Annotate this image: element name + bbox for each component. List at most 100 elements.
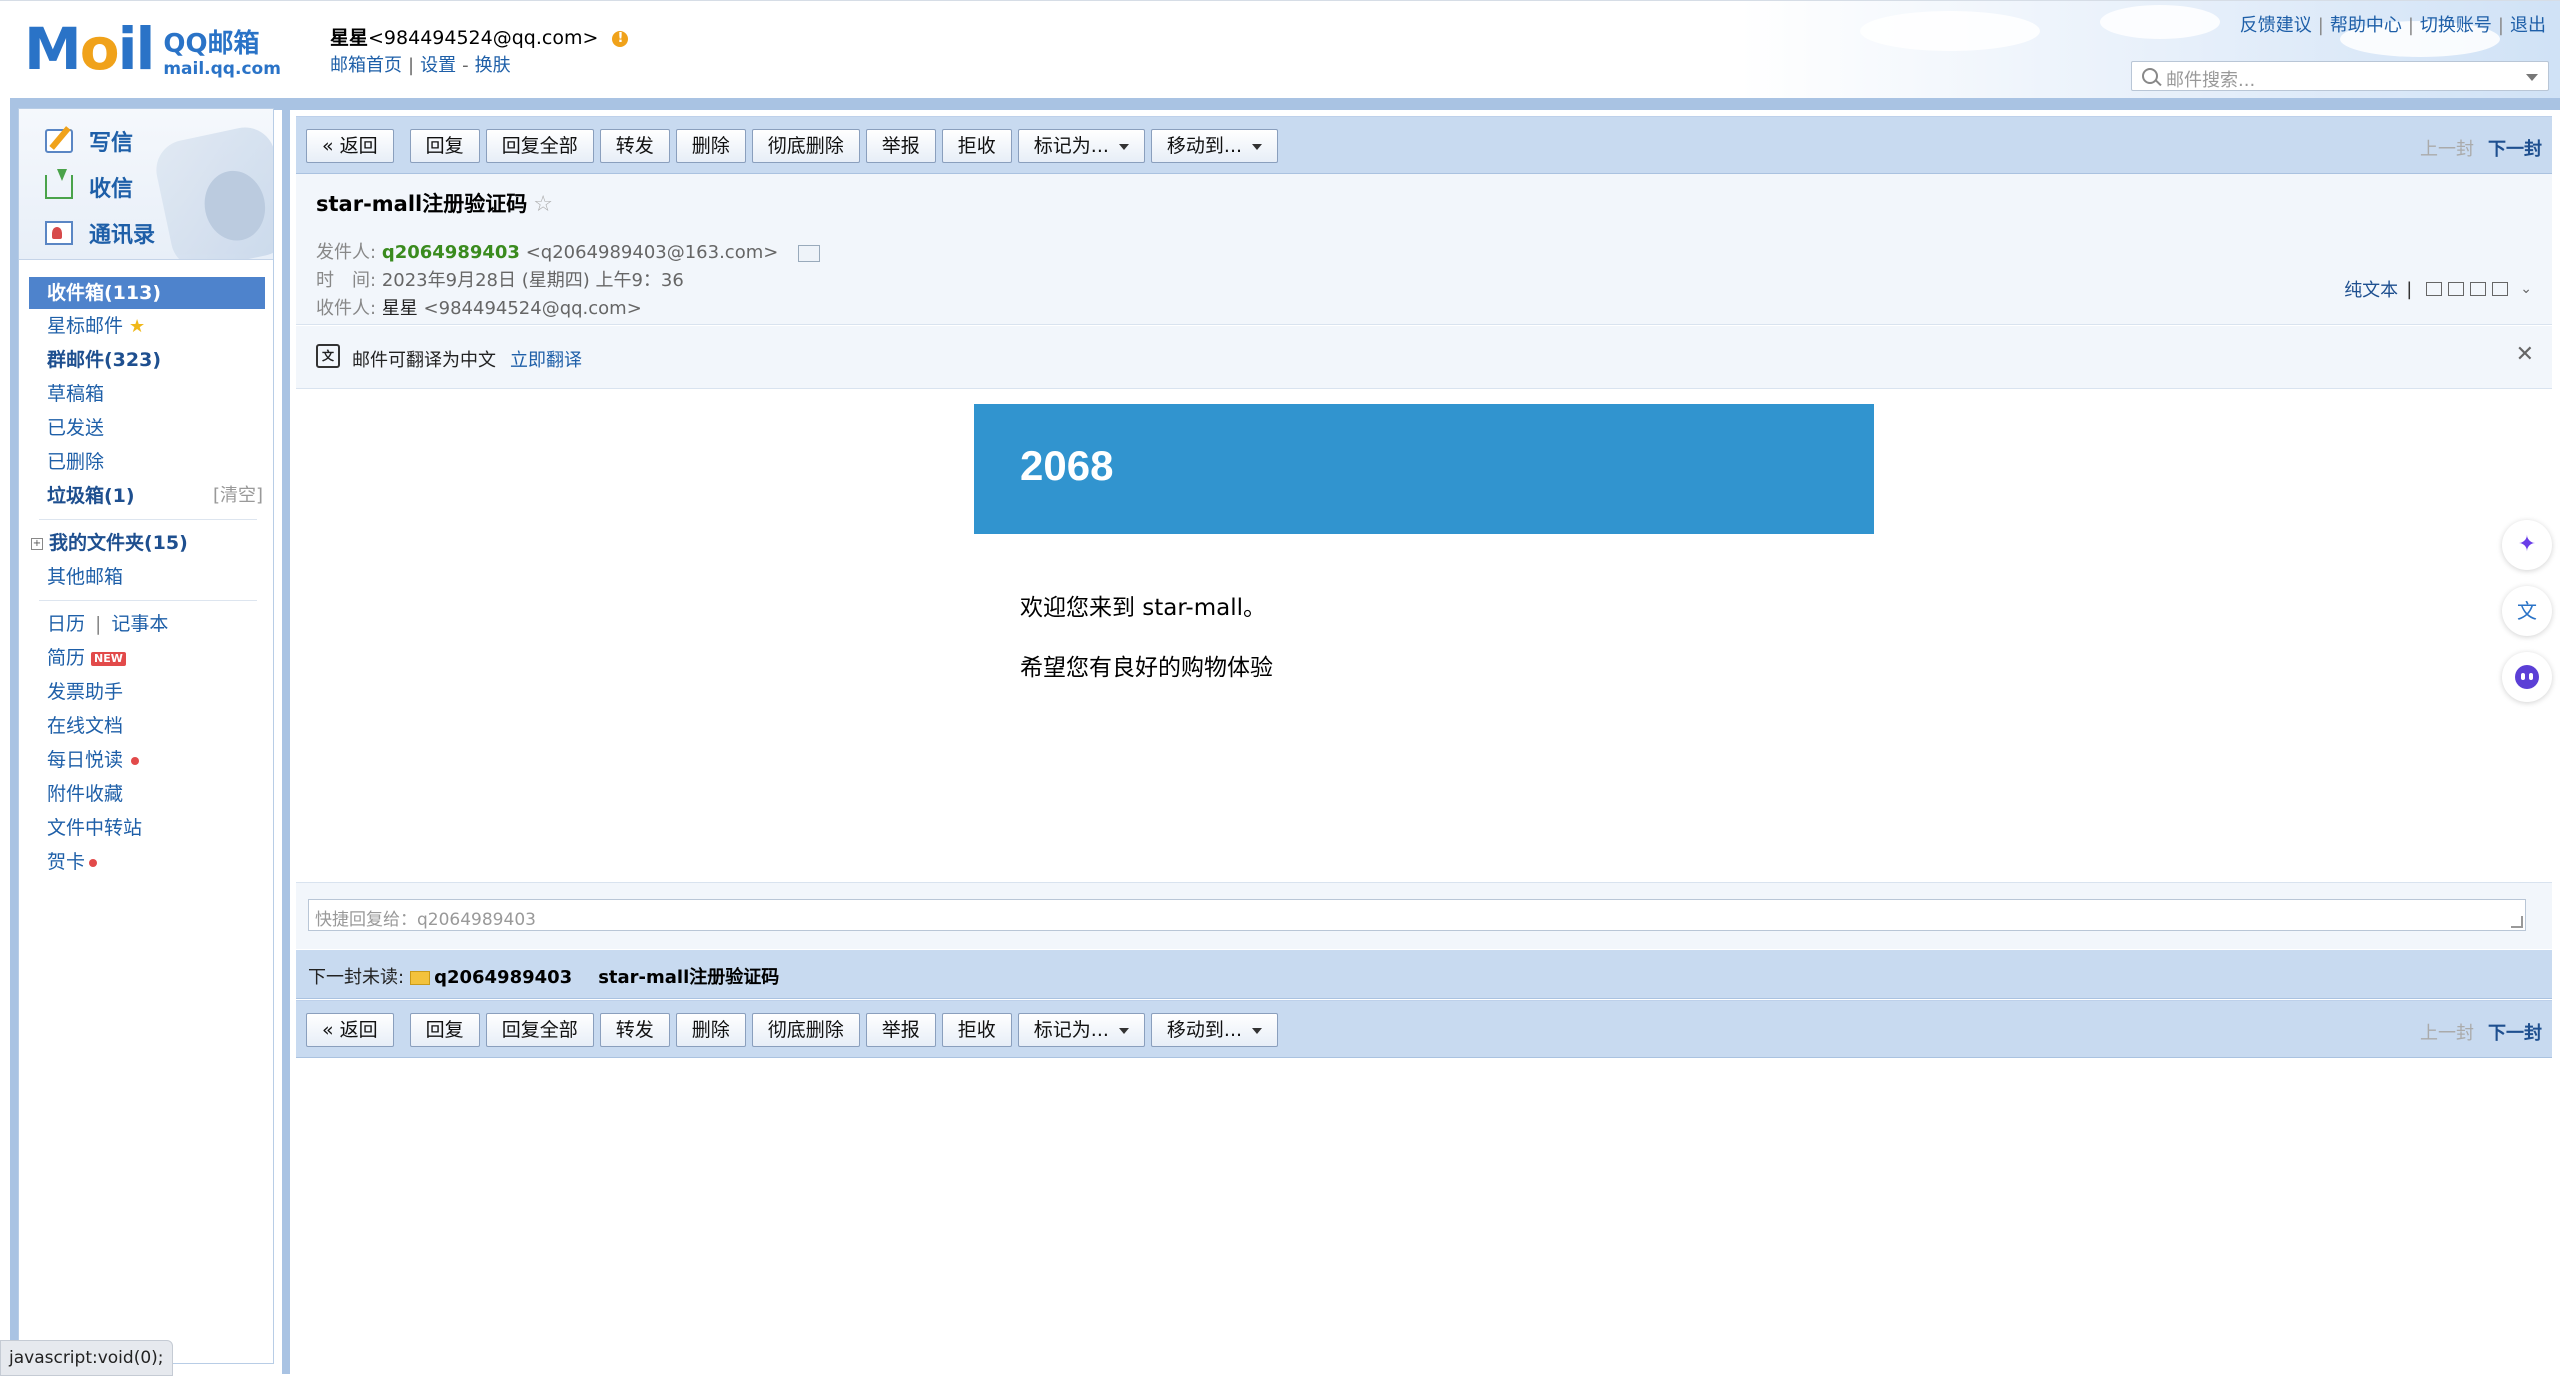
reply-button[interactable]: 回复 <box>409 1013 480 1047</box>
translate-float-icon[interactable]: 文 <box>2502 586 2552 636</box>
save-icon[interactable] <box>2470 282 2487 296</box>
contacts-button[interactable]: 通讯录 <box>45 217 155 249</box>
folder-inbox[interactable]: 收件箱(113) <box>29 277 265 309</box>
resume-link[interactable]: 简历 NEW <box>19 641 273 675</box>
translate-message: 邮件可翻译为中文 立即翻译 <box>352 346 582 372</box>
folder-drafts[interactable]: 草稿箱 <box>19 377 273 411</box>
logo-qq-text: QQ邮箱 <box>163 29 260 59</box>
daily-reading-link[interactable]: 每日悦读 <box>19 743 273 777</box>
prev-mail-link[interactable]: 上一封 <box>2420 1023 2474 1044</box>
logo-mail-text: Moil <box>24 15 155 83</box>
penguin-decoration <box>150 121 273 259</box>
reply-all-button[interactable]: 回复全部 <box>485 129 594 163</box>
move-to-dropdown[interactable]: 移动到... <box>1150 129 1279 163</box>
switch-account-link[interactable]: 切换账号 <box>2420 15 2492 36</box>
folder-starred-label: 星标邮件 <box>47 315 124 337</box>
quick-reply-input[interactable]: 快捷回复给：q2064989403 <box>308 899 2526 931</box>
delete-permanently-button[interactable]: 彻底删除 <box>751 1013 860 1047</box>
expand-down-icon[interactable]: ⌄ <box>2520 281 2532 297</box>
logout-link[interactable]: 退出 <box>2510 15 2546 36</box>
calendar-link[interactable]: 日历 <box>47 613 85 635</box>
folder-spam[interactable]: 垃圾箱(1) [清空] <box>19 479 273 513</box>
recipient-name[interactable]: 星星 <box>382 298 418 319</box>
sender-name[interactable]: q2064989403 <box>382 242 520 263</box>
search-dropdown-icon[interactable] <box>2526 74 2538 81</box>
mark-as-label: 标记为... <box>1033 1019 1109 1041</box>
mail-search-input[interactable]: 邮件搜索... <box>2131 61 2549 91</box>
browser-status-bar: javascript:void(0); <box>0 1340 173 1376</box>
next-mail-link[interactable]: 下一封 <box>2488 139 2542 160</box>
folder-my-folders[interactable]: + 我的文件夹(15) <box>19 526 273 560</box>
verification-code: 2068 <box>1020 442 1114 489</box>
reply-button[interactable]: 回复 <box>409 129 480 163</box>
qqmail-logo[interactable]: Moil QQ邮箱 mail.qq.com <box>24 19 281 79</box>
folder-sent[interactable]: 已发送 <box>19 411 273 445</box>
floating-tools: ✦ 文 <box>2502 520 2560 718</box>
online-docs-link[interactable]: 在线文档 <box>19 709 273 743</box>
mail-header: star-mall注册验证码 ☆ 发件人: q2064989403 <q20649… <box>296 174 2552 325</box>
invoice-assistant-link[interactable]: 发票助手 <box>19 675 273 709</box>
prev-mail-link[interactable]: 上一封 <box>2420 139 2474 160</box>
chevron-down-icon <box>1252 1027 1263 1034</box>
ai-sparkle-icon[interactable]: ✦ <box>2502 520 2552 570</box>
resize-grip-icon[interactable] <box>2511 916 2523 928</box>
warning-icon[interactable]: ! <box>612 30 629 47</box>
next-unread-subject[interactable]: star-mall注册验证码 <box>598 967 779 988</box>
reject-button[interactable]: 拒收 <box>941 129 1012 163</box>
assistant-bot-icon[interactable] <box>2502 652 2552 702</box>
folder-other-mailboxes[interactable]: 其他邮箱 <box>19 560 273 594</box>
print-icon[interactable] <box>2492 282 2509 296</box>
close-icon[interactable]: ✕ <box>2516 342 2534 367</box>
contacts-icon <box>45 221 73 245</box>
back-button[interactable]: « 返回 <box>306 1013 394 1047</box>
delete-permanently-button[interactable]: 彻底删除 <box>751 129 860 163</box>
plain-text-link[interactable]: 纯文本 <box>2344 276 2398 302</box>
file-transfer-link[interactable]: 文件中转站 <box>19 811 273 845</box>
view-tools: 纯文本 | ⌄ <box>2344 276 2532 302</box>
folder-starred[interactable]: 星标邮件 ★ <box>19 309 273 343</box>
reply-all-button[interactable]: 回复全部 <box>485 1013 594 1047</box>
move-to-label: 移动到... <box>1166 135 1243 157</box>
back-button[interactable]: « 返回 <box>306 129 394 163</box>
skin-link[interactable]: 换肤 <box>475 55 511 76</box>
delete-button[interactable]: 删除 <box>675 129 746 163</box>
delete-button[interactable]: 删除 <box>675 1013 746 1047</box>
translate-bar: 文 邮件可翻译为中文 立即翻译 ✕ <box>296 326 2552 389</box>
compose-button[interactable]: 写信 <box>45 125 133 157</box>
translate-now-link[interactable]: 立即翻译 <box>510 350 582 371</box>
mark-as-dropdown[interactable]: 标记为... <box>1017 1013 1145 1047</box>
greeting-cards-link[interactable]: 贺卡 <box>19 845 273 879</box>
forward-button[interactable]: 转发 <box>599 129 670 163</box>
report-button[interactable]: 举报 <box>865 129 936 163</box>
next-unread-label: 下一封未读: <box>308 967 405 988</box>
settings-link[interactable]: 设置 <box>420 55 456 76</box>
report-button[interactable]: 举报 <box>865 1013 936 1047</box>
chevron-down-icon <box>1252 143 1263 150</box>
time-label: 时 间: <box>316 270 377 291</box>
vcard-icon[interactable] <box>798 244 821 262</box>
help-center-link[interactable]: 帮助中心 <box>2330 15 2402 36</box>
forward-button[interactable]: 转发 <box>599 1013 670 1047</box>
mark-as-dropdown[interactable]: 标记为... <box>1017 129 1145 163</box>
next-unread-row[interactable]: 下一封未读: q2064989403 star-mall注册验证码 <box>308 963 779 989</box>
folder-deleted[interactable]: 已删除 <box>19 445 273 479</box>
star-outline-icon[interactable]: ☆ <box>533 192 553 217</box>
resume-label: 简历 <box>47 647 86 669</box>
expand-icon[interactable]: + <box>31 537 43 550</box>
reject-button[interactable]: 拒收 <box>941 1013 1012 1047</box>
receive-button[interactable]: 收信 <box>45 169 133 203</box>
feedback-link[interactable]: 反馈建议 <box>2240 15 2312 36</box>
new-window-icon[interactable] <box>2426 282 2443 296</box>
mail-pager: 上一封 下一封 <box>2420 135 2542 161</box>
attachment-favorites-link[interactable]: 附件收藏 <box>19 777 273 811</box>
user-name: 星星 <box>330 27 369 49</box>
mail-home-link[interactable]: 邮箱首页 <box>330 55 402 76</box>
my-folders-label: 我的文件夹(15) <box>49 532 188 554</box>
move-to-dropdown[interactable]: 移动到... <box>1150 1013 1279 1047</box>
notes-link[interactable]: 记事本 <box>111 613 168 635</box>
mark-as-label: 标记为... <box>1033 135 1109 157</box>
clear-spam-link[interactable]: [清空] <box>213 479 263 513</box>
fullscreen-icon[interactable] <box>2448 282 2465 296</box>
folder-group[interactable]: 群邮件(323) <box>19 343 273 377</box>
next-mail-link[interactable]: 下一封 <box>2488 1023 2542 1044</box>
